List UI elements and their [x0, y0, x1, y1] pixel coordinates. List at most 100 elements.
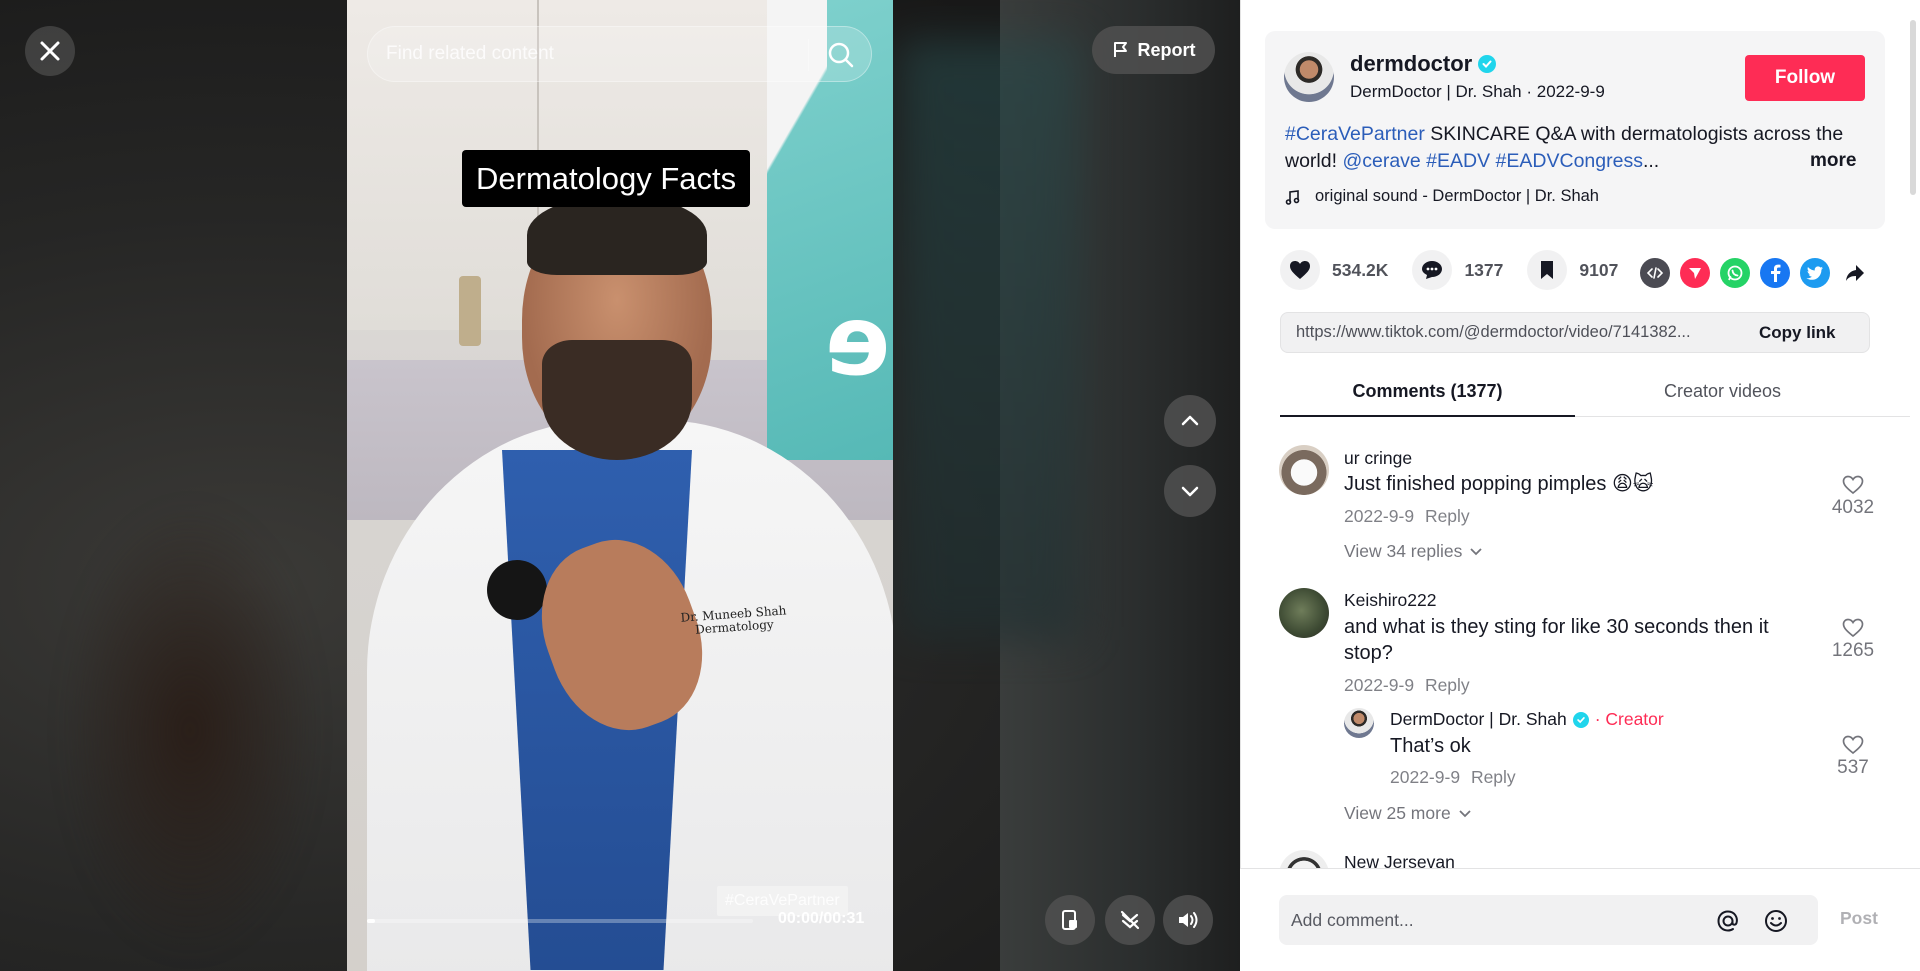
mention-icon[interactable]: [1715, 908, 1741, 934]
tab-creator-videos[interactable]: Creator videos: [1575, 375, 1870, 417]
commenter-avatar[interactable]: [1279, 850, 1329, 868]
comment-icon: [1422, 261, 1443, 279]
floating-player-icon: [1062, 910, 1077, 930]
comment-button[interactable]: 1377: [1412, 250, 1503, 290]
post-description: #CeraVePartner SKINCARE Q&A with dermato…: [1285, 121, 1865, 175]
panel-tabs: Comments (1377) Creator videos: [1280, 375, 1910, 417]
chevron-up-icon: [1181, 415, 1199, 426]
author-avatar[interactable]: [1284, 52, 1334, 102]
panel-scrollbar[interactable]: [1910, 20, 1916, 195]
commenter-avatar[interactable]: [1279, 445, 1329, 495]
video-banner-logo: e: [825, 285, 891, 397]
search-bar[interactable]: [367, 26, 872, 82]
comment-meta: 2022-9-9 Reply: [1344, 506, 1470, 527]
comment-date: 2022-9-9: [1344, 675, 1415, 695]
twitter-icon: [1806, 266, 1823, 280]
background-blur-right: [900, 40, 1080, 640]
emoji-icon[interactable]: [1763, 908, 1789, 934]
comment-username[interactable]: New Jersevan: [1344, 852, 1455, 868]
search-icon[interactable]: [823, 37, 859, 73]
view-replies-button[interactable]: View 34 replies: [1344, 541, 1482, 562]
video-time: 00:00/00:31: [778, 910, 865, 927]
more-button[interactable]: more: [1810, 150, 1856, 172]
video-link-box: https://www.tiktok.com/@dermdoctor/video…: [1280, 312, 1870, 353]
auto-scroll-icon: [1120, 910, 1140, 930]
embed-button[interactable]: [1640, 258, 1670, 288]
music-note-icon: [1285, 189, 1300, 205]
share-arrow-icon: [1846, 265, 1864, 281]
author-username[interactable]: dermdoctor: [1350, 51, 1472, 77]
video-microphone: [487, 560, 547, 620]
reply-author: DermDoctor | Dr. Shah · Creator: [1390, 709, 1664, 730]
comment-like-button[interactable]: 1265: [1823, 618, 1883, 662]
verified-icon: [1478, 55, 1497, 73]
author-name[interactable]: dermdoctor: [1350, 51, 1497, 77]
save-button[interactable]: 9107: [1527, 250, 1618, 290]
twitter-button[interactable]: [1800, 258, 1830, 288]
reply-button[interactable]: Reply: [1425, 506, 1470, 526]
chevron-down-icon: [1470, 547, 1482, 555]
commenter-avatar[interactable]: [1279, 588, 1329, 638]
comment-username[interactable]: Keishiro222: [1344, 590, 1436, 611]
view-more-replies-button[interactable]: View 25 more: [1344, 803, 1471, 824]
whatsapp-button[interactable]: [1720, 258, 1750, 288]
reply-button[interactable]: Reply: [1471, 767, 1516, 787]
video-frame[interactable]: e Dr. Muneeb Shah Dermatology: [347, 0, 893, 971]
chevron-down-icon: [1459, 809, 1471, 817]
next-video-button[interactable]: [1164, 465, 1216, 517]
previous-video-button[interactable]: [1164, 395, 1216, 447]
video-url[interactable]: https://www.tiktok.com/@dermdoctor/video…: [1296, 323, 1736, 342]
like-count: 534.2K: [1332, 259, 1389, 280]
desc-ellipsis: ...: [1642, 150, 1660, 172]
heart-icon: [1290, 261, 1310, 279]
embed-icon: [1647, 267, 1663, 279]
close-button[interactable]: [25, 26, 75, 76]
more-share-button[interactable]: [1840, 258, 1870, 288]
comment-list: ur cringe Just finished popping pimples …: [1240, 420, 1910, 868]
send-icon: [1689, 268, 1701, 279]
post-comment-button[interactable]: Post: [1840, 908, 1878, 929]
engagement-stats: 534.2K 1377 9107: [1280, 250, 1642, 290]
report-label: Report: [1137, 39, 1196, 60]
volume-button[interactable]: [1163, 895, 1213, 945]
facebook-icon: [1771, 264, 1781, 282]
search-input[interactable]: [386, 27, 806, 81]
floating-player-button[interactable]: [1045, 895, 1095, 945]
video-hair: [527, 195, 707, 275]
hashtag-link[interactable]: #CeraVePartner: [1285, 123, 1425, 145]
heart-outline-icon: [1842, 475, 1864, 495]
volume-icon: [1179, 912, 1198, 928]
reply-username[interactable]: DermDoctor | Dr. Shah: [1390, 709, 1567, 730]
follow-button[interactable]: Follow: [1745, 55, 1865, 101]
mention-links[interactable]: @cerave #EADV #EADVCongress: [1342, 150, 1643, 172]
auto-scroll-button[interactable]: [1105, 895, 1155, 945]
reply-button[interactable]: Reply: [1425, 675, 1470, 695]
report-button[interactable]: Report: [1092, 26, 1215, 74]
sound-link[interactable]: original sound - DermDoctor | Dr. Shah: [1285, 187, 1599, 206]
comment-meta: 2022-9-9 Reply: [1344, 675, 1470, 696]
reply-like-button[interactable]: 537: [1823, 735, 1883, 779]
tab-comments[interactable]: Comments (1377): [1280, 375, 1575, 417]
save-count: 9107: [1579, 259, 1619, 280]
heart-outline-icon: [1842, 618, 1864, 638]
comment-like-count: 4032: [1831, 497, 1875, 518]
comment-input[interactable]: [1291, 895, 1691, 945]
comment-text: Just finished popping pimples 😩🙀: [1344, 473, 1654, 495]
facebook-button[interactable]: [1760, 258, 1790, 288]
sound-name: original sound - DermDoctor | Dr. Shah: [1315, 187, 1599, 205]
close-icon: [40, 41, 60, 61]
progress-bar[interactable]: [367, 919, 753, 923]
reply-avatar[interactable]: [1344, 708, 1374, 738]
copy-link-button[interactable]: Copy link: [1759, 323, 1836, 343]
comment-like-button[interactable]: 4032: [1823, 475, 1883, 519]
flag-icon: [1113, 42, 1127, 57]
comment-like-count: 1265: [1831, 640, 1875, 661]
reply-date: 2022-9-9: [1390, 767, 1461, 787]
like-button[interactable]: 534.2K: [1280, 250, 1388, 290]
send-to-friends-button[interactable]: [1680, 258, 1710, 288]
progress-fill: [367, 919, 375, 923]
comment-username[interactable]: ur cringe: [1344, 448, 1412, 469]
chevron-down-icon: [1181, 486, 1199, 497]
comment-input-box[interactable]: [1279, 895, 1818, 945]
comment-count: 1377: [1464, 259, 1504, 280]
